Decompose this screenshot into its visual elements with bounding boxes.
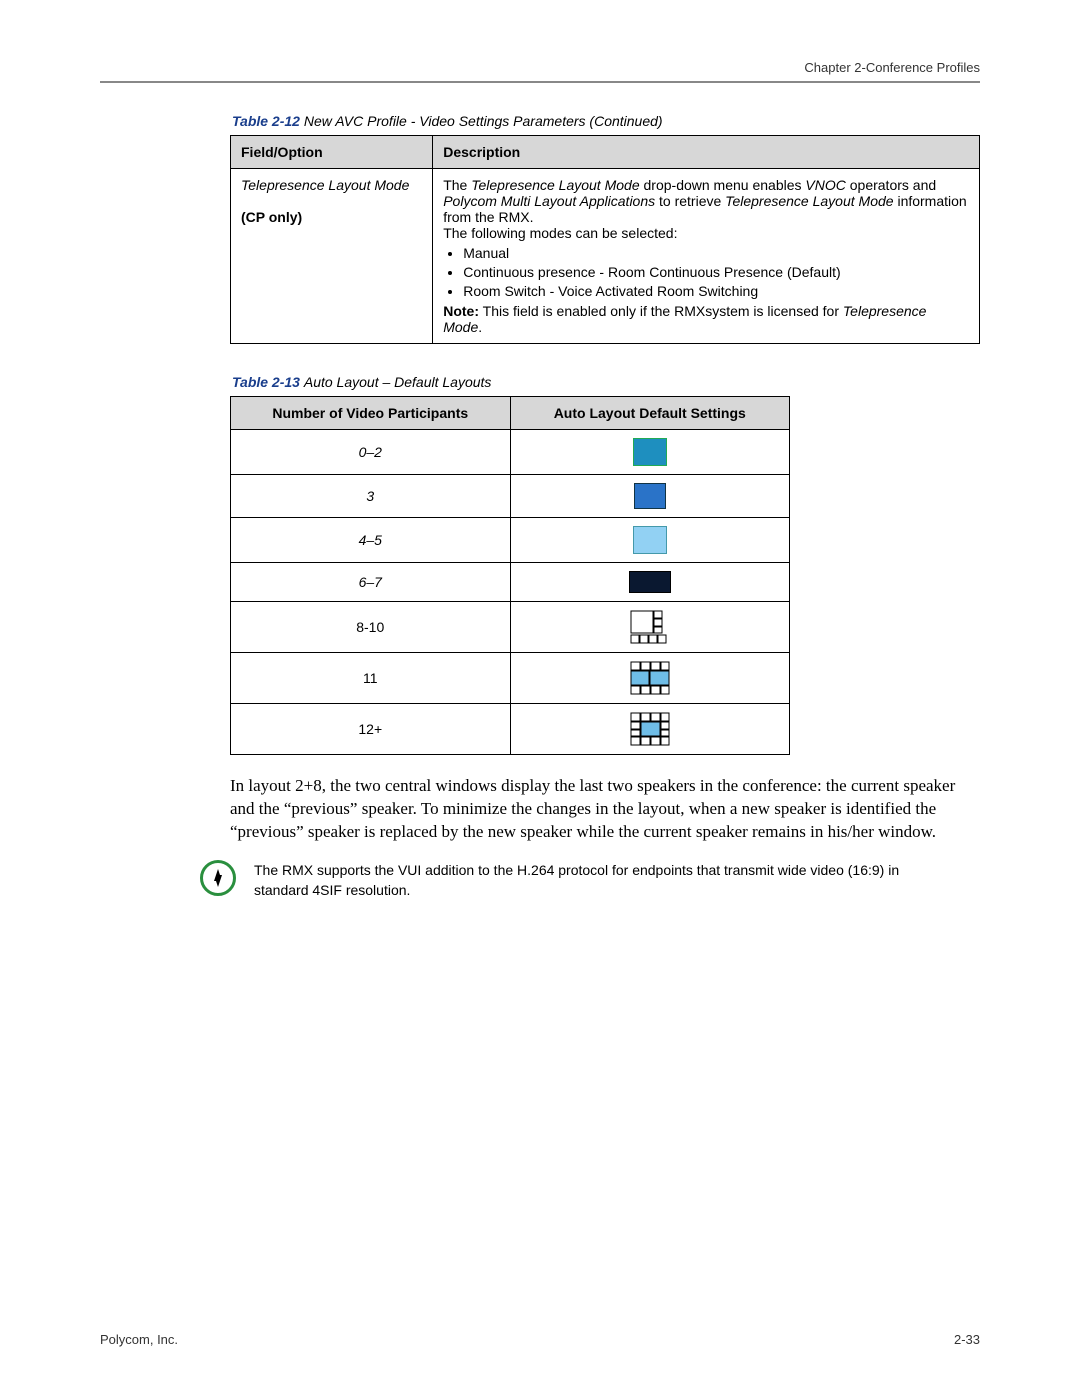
participants-cell: 3 bbox=[231, 475, 511, 518]
layout-1-blue-icon bbox=[634, 483, 666, 509]
table-row: 0–2 bbox=[231, 430, 790, 475]
layout-icon-cell bbox=[510, 518, 790, 563]
layout-1-light-icon bbox=[633, 526, 667, 554]
body-paragraph: In layout 2+8, the two central windows d… bbox=[230, 775, 980, 844]
layout-icon-cell bbox=[510, 704, 790, 755]
table-213-caption: Table 2-13 Auto Layout – Default Layouts bbox=[232, 374, 980, 390]
table-row: 8-10 bbox=[231, 602, 790, 653]
participants-cell: 0–2 bbox=[231, 430, 511, 475]
mode-list: Manual Continuous presence - Room Contin… bbox=[463, 245, 969, 299]
table-row: Telepresence Layout Mode (CP only) The T… bbox=[231, 169, 980, 344]
list-item: Manual bbox=[463, 245, 969, 261]
info-icon bbox=[200, 860, 236, 896]
desc-select: The following modes can be selected: bbox=[443, 225, 969, 241]
participants-cell: 4–5 bbox=[231, 518, 511, 563]
layout-1plus7-icon bbox=[630, 610, 670, 644]
table-row: 4–5 bbox=[231, 518, 790, 563]
list-item: Room Switch - Voice Activated Room Switc… bbox=[463, 283, 969, 299]
th-settings: Auto Layout Default Settings bbox=[510, 397, 790, 430]
footer-company: Polycom, Inc. bbox=[100, 1332, 178, 1347]
desc-intro: The Telepresence Layout Mode drop-down m… bbox=[443, 177, 967, 225]
note-text: The RMX supports the VUI addition to the… bbox=[254, 860, 950, 901]
participants-cell: 11 bbox=[231, 653, 511, 704]
table-213: Number of Video Participants Auto Layout… bbox=[230, 396, 790, 755]
layout-icon-cell bbox=[510, 563, 790, 602]
running-head: Chapter 2-Conference Profiles bbox=[100, 60, 980, 75]
table-213-label: Table 2-13 bbox=[232, 374, 300, 390]
table-212: Field/Option Description Telepresence La… bbox=[230, 135, 980, 344]
th-field: Field/Option bbox=[231, 136, 433, 169]
table-212-caption: Table 2-12 New AVC Profile - Video Setti… bbox=[232, 113, 980, 129]
participants-cell: 6–7 bbox=[231, 563, 511, 602]
page-footer: Polycom, Inc. 2-33 bbox=[100, 1332, 980, 1347]
layout-icon-cell bbox=[510, 475, 790, 518]
layout-icon-cell bbox=[510, 430, 790, 475]
footer-page: 2-33 bbox=[954, 1332, 980, 1347]
field-line1: Telepresence Layout Mode bbox=[241, 177, 409, 193]
th-desc: Description bbox=[433, 136, 980, 169]
field-line2: (CP only) bbox=[241, 209, 302, 225]
layout-2plus8-icon bbox=[630, 661, 670, 695]
table-row: 12+ bbox=[231, 704, 790, 755]
table-213-caption-text: Auto Layout – Default Layouts bbox=[304, 374, 492, 390]
note-callout: The RMX supports the VUI addition to the… bbox=[200, 860, 950, 901]
layout-1-dark-icon bbox=[629, 571, 671, 593]
list-item: Continuous presence - Room Continuous Pr… bbox=[463, 264, 969, 280]
table-212-label: Table 2-12 bbox=[232, 113, 300, 129]
participants-cell: 12+ bbox=[231, 704, 511, 755]
desc-cell: The Telepresence Layout Mode drop-down m… bbox=[433, 169, 980, 344]
layout-icon-cell bbox=[510, 653, 790, 704]
header-rule bbox=[100, 81, 980, 83]
table-row: 11 bbox=[231, 653, 790, 704]
layout-1plus12-icon bbox=[630, 712, 670, 746]
layout-icon-cell bbox=[510, 602, 790, 653]
table-row: 6–7 bbox=[231, 563, 790, 602]
table-212-caption-text: New AVC Profile - Video Settings Paramet… bbox=[304, 113, 663, 129]
table-row: 3 bbox=[231, 475, 790, 518]
desc-note: Note: This field is enabled only if the … bbox=[443, 303, 926, 335]
participants-cell: 8-10 bbox=[231, 602, 511, 653]
field-cell: Telepresence Layout Mode (CP only) bbox=[231, 169, 433, 344]
th-participants: Number of Video Participants bbox=[231, 397, 511, 430]
layout-1-icon bbox=[633, 438, 667, 466]
